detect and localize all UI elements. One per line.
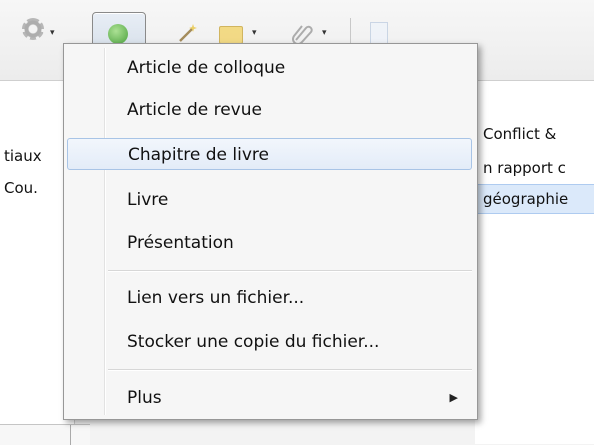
menu-item-label: Stocker une copie du fichier... bbox=[127, 332, 380, 352]
menu-item-label: Livre bbox=[127, 190, 169, 210]
submenu-arrow-icon: ▶ bbox=[449, 391, 458, 404]
menu-separator bbox=[108, 270, 472, 272]
left-row[interactable]: tiaux bbox=[4, 147, 42, 165]
right-row[interactable]: géographie bbox=[483, 190, 568, 208]
right-row[interactable]: Conflict & bbox=[483, 125, 556, 143]
menu-item-article-de-revue[interactable]: Article de revue bbox=[67, 94, 472, 126]
menu-item-label: Plus bbox=[127, 388, 162, 408]
new-collection-folder-icon[interactable] bbox=[219, 26, 243, 44]
attachment-paperclip-icon[interactable] bbox=[290, 22, 316, 44]
menu-item-article-de-colloque[interactable]: Article de colloque bbox=[67, 52, 472, 84]
bottom-scrollbar[interactable] bbox=[0, 424, 90, 445]
right-pane: Conflict & n rapport c géographie bbox=[475, 81, 594, 444]
menu-item-stocker-copie-fichier[interactable]: Stocker une copie du fichier... bbox=[67, 326, 472, 358]
menu-separator bbox=[108, 369, 472, 371]
magic-wand-icon[interactable] bbox=[176, 22, 198, 44]
gear-dropdown-arrow-icon[interactable]: ▾ bbox=[50, 18, 55, 48]
plus-icon bbox=[108, 24, 128, 44]
menu-item-livre[interactable]: Livre bbox=[67, 184, 472, 216]
left-row[interactable]: Cou. bbox=[4, 179, 38, 197]
menu-item-plus[interactable]: Plus ▶ bbox=[67, 382, 472, 414]
menu-item-lien-vers-fichier[interactable]: Lien vers un fichier... bbox=[67, 282, 472, 314]
right-row[interactable]: n rapport c bbox=[483, 159, 566, 177]
menu-item-chapitre-de-livre[interactable]: Chapitre de livre bbox=[67, 138, 472, 170]
menu-item-presentation[interactable]: Présentation bbox=[67, 227, 472, 259]
menu-item-label: Chapitre de livre bbox=[128, 145, 269, 165]
menu-item-label: Présentation bbox=[127, 233, 234, 253]
menu-item-label: Lien vers un fichier... bbox=[127, 288, 305, 308]
new-item-menu: Article de colloque Article de revue Cha… bbox=[63, 43, 478, 420]
menu-item-label: Article de colloque bbox=[127, 58, 286, 78]
gear-icon[interactable] bbox=[22, 18, 44, 40]
menu-item-label: Article de revue bbox=[127, 100, 262, 120]
new-note-icon[interactable] bbox=[370, 22, 388, 44]
